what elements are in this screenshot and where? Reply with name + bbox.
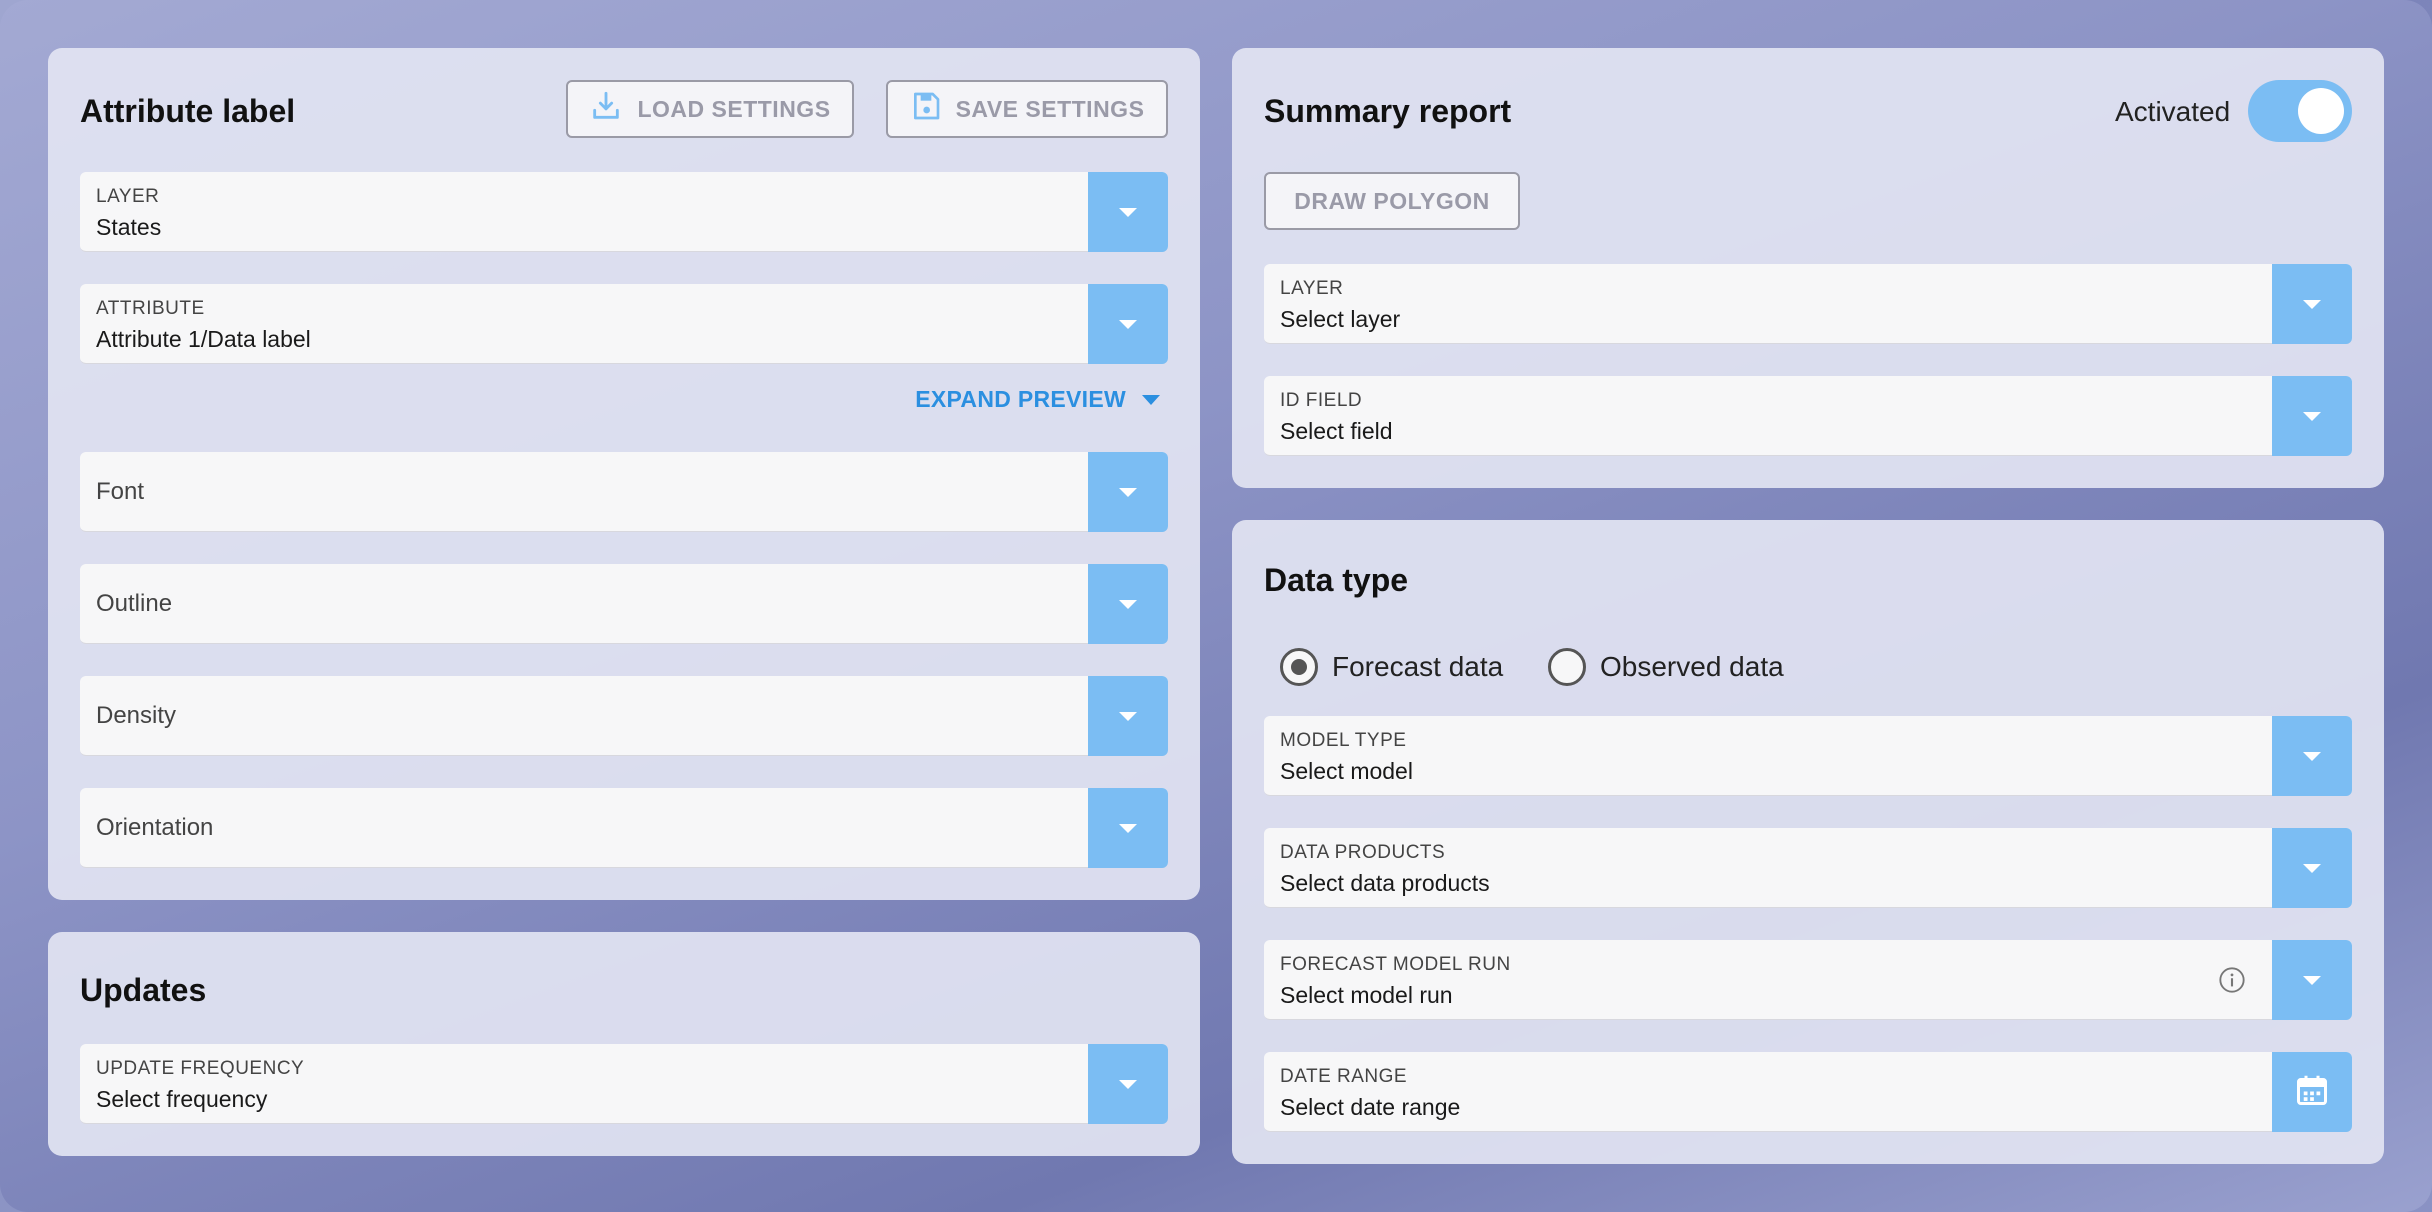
density-select[interactable]: Density: [80, 676, 1168, 756]
caret-down-icon: [1142, 394, 1160, 405]
field-label: LAYER: [96, 186, 160, 207]
caret-down-icon: [2303, 751, 2321, 761]
field-value: Select model run: [1280, 982, 1453, 1008]
save-icon: [910, 90, 942, 128]
observed-data-radio[interactable]: [1548, 648, 1586, 686]
update-frequency-select[interactable]: UPDATE FREQUENCY Select frequency: [80, 1044, 1168, 1124]
expand-preview-label: EXPAND PREVIEW: [915, 386, 1126, 412]
calendar-button[interactable]: [2272, 1052, 2352, 1132]
attribute-select[interactable]: ATTRIBUTE Attribute 1/Data label: [80, 284, 1168, 364]
forecast-model-run-select[interactable]: FORECAST MODEL RUN Select model run: [1264, 940, 2352, 1020]
draw-polygon-label: DRAW POLYGON: [1294, 187, 1490, 214]
field-value: Select data products: [1280, 870, 1490, 896]
dropdown-button[interactable]: [1088, 172, 1168, 252]
activated-toggle[interactable]: [2248, 80, 2352, 142]
caret-down-icon: [1119, 711, 1137, 721]
panel-title: Summary report: [1264, 93, 1512, 129]
layer-select[interactable]: LAYER States: [80, 172, 1168, 252]
caret-down-icon: [1119, 487, 1137, 497]
field-value: Density: [96, 702, 177, 729]
caret-down-icon: [2303, 975, 2321, 985]
summary-layer-select[interactable]: LAYER Select layer: [1264, 264, 2352, 344]
field-label: ATTRIBUTE: [96, 298, 205, 319]
load-settings-button[interactable]: LOAD SETTINGS: [566, 80, 854, 138]
save-settings-label: SAVE SETTINGS: [955, 95, 1145, 122]
dropdown-button[interactable]: [1088, 284, 1168, 364]
caret-down-icon: [1119, 207, 1137, 217]
caret-down-icon: [1119, 823, 1137, 833]
field-label: DATE RANGE: [1280, 1066, 1408, 1087]
data-type-panel: Data type Forecast data Observed data MO…: [1232, 520, 2384, 1164]
attribute-label-panel: Attribute label LOAD SETTINGS SAVE SETTI…: [48, 48, 1200, 900]
observed-data-label[interactable]: Observed data: [1600, 651, 1784, 683]
activated-label: Activated: [2115, 96, 2231, 127]
load-settings-label: LOAD SETTINGS: [637, 95, 831, 122]
field-value: Attribute 1/Data label: [96, 326, 311, 352]
caret-down-icon: [1119, 319, 1137, 329]
caret-down-icon: [2303, 299, 2321, 309]
field-label: ID FIELD: [1280, 390, 1363, 411]
summary-report-panel: Summary report Activated DRAW POLYGON LA…: [1232, 48, 2384, 488]
dropdown-button[interactable]: [2272, 716, 2352, 796]
field-value: Select frequency: [96, 1086, 268, 1112]
panel-title: Data type: [1264, 562, 1409, 598]
info-icon[interactable]: [2218, 966, 2246, 999]
field-value: States: [96, 214, 162, 240]
field-value: Select layer: [1280, 306, 1401, 332]
field-label: FORECAST MODEL RUN: [1280, 954, 1511, 975]
field-label: DATA PRODUCTS: [1280, 842, 1446, 863]
download-icon: [589, 89, 623, 129]
data-products-select[interactable]: DATA PRODUCTS Select data products: [1264, 828, 2352, 908]
orientation-select[interactable]: Orientation: [80, 788, 1168, 868]
id-field-select[interactable]: ID FIELD Select field: [1264, 376, 2352, 456]
field-value: Select date range: [1280, 1094, 1461, 1120]
field-label: LAYER: [1280, 278, 1344, 299]
dropdown-button[interactable]: [2272, 940, 2352, 1020]
field-value: Select field: [1280, 418, 1393, 444]
dropdown-button[interactable]: [1088, 676, 1168, 756]
dropdown-button[interactable]: [1088, 452, 1168, 532]
dropdown-button[interactable]: [2272, 828, 2352, 908]
panel-title: Updates: [80, 972, 207, 1008]
date-range-field[interactable]: DATE RANGE Select date range: [1264, 1052, 2352, 1132]
caret-down-icon: [2303, 411, 2321, 421]
dropdown-button[interactable]: [1088, 788, 1168, 868]
model-type-select[interactable]: MODEL TYPE Select model: [1264, 716, 2352, 796]
dropdown-button[interactable]: [2272, 376, 2352, 456]
dropdown-button[interactable]: [1088, 1044, 1168, 1124]
caret-down-icon: [1119, 599, 1137, 609]
field-value: Select model: [1280, 758, 1413, 784]
panel-title: Attribute label: [80, 93, 296, 129]
field-value: Orientation: [96, 814, 214, 841]
dropdown-button[interactable]: [1088, 564, 1168, 644]
forecast-data-label[interactable]: Forecast data: [1332, 651, 1503, 683]
caret-down-icon: [2303, 863, 2321, 873]
field-value: Font: [96, 478, 145, 505]
updates-panel: Updates UPDATE FREQUENCY Select frequenc…: [48, 932, 1200, 1156]
font-select[interactable]: Font: [80, 452, 1168, 532]
field-label: MODEL TYPE: [1280, 730, 1407, 751]
toggle-knob: [2298, 88, 2344, 134]
outline-select[interactable]: Outline: [80, 564, 1168, 644]
field-value: Outline: [96, 590, 173, 617]
draw-polygon-button[interactable]: DRAW POLYGON: [1264, 172, 1520, 230]
dropdown-button[interactable]: [2272, 264, 2352, 344]
calendar-icon: [2294, 1072, 2330, 1113]
expand-preview-link[interactable]: EXPAND PREVIEW: [915, 386, 1160, 413]
app-frame: Attribute label LOAD SETTINGS SAVE SETTI…: [0, 0, 2432, 1212]
forecast-data-radio[interactable]: [1280, 648, 1318, 686]
caret-down-icon: [1119, 1079, 1137, 1089]
save-settings-button[interactable]: SAVE SETTINGS: [886, 80, 1168, 138]
field-label: UPDATE FREQUENCY: [96, 1058, 305, 1079]
